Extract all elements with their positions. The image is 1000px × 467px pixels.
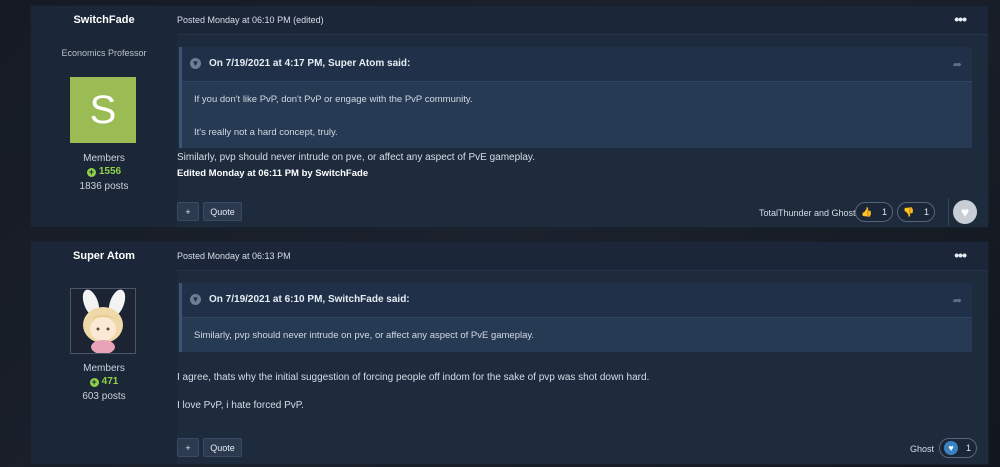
post-timestamp[interactable]: Posted Monday at 06:13 PM bbox=[177, 242, 291, 270]
post-paragraph: Similarly, pvp should never intrude on p… bbox=[177, 152, 535, 163]
heart-icon: ♥ bbox=[944, 441, 958, 455]
post-count: 1836 posts bbox=[79, 181, 129, 192]
post-content: Similarly, pvp should never intrude on p… bbox=[177, 152, 535, 179]
author-panel: Members +471 603 posts bbox=[31, 270, 177, 464]
quote-button[interactable]: Quote bbox=[203, 438, 242, 457]
post-header: Super Atom Posted Monday at 06:13 PM ••• bbox=[31, 242, 988, 271]
reaction-thumbs-down[interactable]: 👎 1 bbox=[897, 202, 935, 222]
thumbs-up-icon: 👍 bbox=[861, 206, 873, 217]
heart-icon[interactable]: ♥ bbox=[953, 200, 977, 224]
member-group: Members bbox=[83, 363, 125, 374]
reputation-badge[interactable]: +1556 bbox=[31, 166, 177, 177]
reaction-count: 1 bbox=[882, 207, 888, 217]
quote-citation[interactable]: On 7/19/2021 at 4:17 PM, Super Atom said… bbox=[209, 47, 410, 81]
reaction-count: 1 bbox=[924, 207, 930, 217]
chevron-down-icon[interactable]: ▼ bbox=[190, 294, 201, 305]
more-options-button[interactable]: ••• bbox=[954, 248, 967, 262]
plus-circle-icon: + bbox=[86, 167, 96, 177]
reacted-by-text[interactable]: TotalThunder and Ghost bbox=[759, 208, 856, 218]
avatar[interactable]: S bbox=[70, 77, 136, 143]
chevron-down-icon[interactable]: ▼ bbox=[190, 58, 201, 69]
post-content: I agree, thats why the initial suggestio… bbox=[177, 372, 649, 411]
author-name[interactable]: Super Atom bbox=[31, 242, 177, 270]
author-panel: Economics Professor S Members +1556 1836… bbox=[31, 34, 177, 227]
quote-line: Similarly, pvp should never intrude on p… bbox=[194, 330, 535, 341]
author-name[interactable]: SwitchFade bbox=[31, 6, 177, 34]
reputation-value: 1556 bbox=[98, 166, 122, 177]
member-title: Economics Professor bbox=[61, 48, 147, 58]
share-icon[interactable]: ➦ bbox=[953, 58, 962, 71]
edited-note: Edited Monday at 06:11 PM by SwitchFade bbox=[177, 168, 369, 179]
multiquote-button[interactable]: + bbox=[177, 202, 199, 221]
post-switchfade: SwitchFade Posted Monday at 06:10 PM (ed… bbox=[30, 5, 989, 228]
member-group: Members bbox=[83, 153, 125, 164]
quote-header: ▼ On 7/19/2021 at 4:17 PM, Super Atom sa… bbox=[182, 47, 972, 82]
share-icon[interactable]: ➦ bbox=[953, 294, 962, 307]
quote-button[interactable]: Quote bbox=[203, 202, 242, 221]
quote-body: Similarly, pvp should never intrude on p… bbox=[182, 318, 972, 354]
thumbs-down-icon: 👎 bbox=[903, 206, 915, 217]
post-paragraph: I love PvP, i hate forced PvP. bbox=[177, 400, 304, 411]
reaction-heart[interactable]: ♥ 1 bbox=[939, 438, 977, 458]
reputation-badge[interactable]: +471 bbox=[31, 376, 177, 387]
post-count: 603 posts bbox=[82, 391, 126, 402]
divider bbox=[948, 198, 949, 226]
post-paragraph: I agree, thats why the initial suggestio… bbox=[177, 372, 650, 383]
quote-citation[interactable]: On 7/19/2021 at 6:10 PM, SwitchFade said… bbox=[209, 283, 410, 317]
reacted-by-text[interactable]: Ghost bbox=[910, 444, 934, 454]
quote-body: If you don't like PvP, don't PvP or enga… bbox=[182, 82, 972, 151]
quote-block: ▼ On 7/19/2021 at 4:17 PM, Super Atom sa… bbox=[179, 47, 972, 148]
plus-circle-icon: + bbox=[89, 377, 99, 387]
post-timestamp[interactable]: Posted Monday at 06:10 PM (edited) bbox=[177, 6, 324, 34]
reaction-thumbs-up[interactable]: 👍 1 bbox=[855, 202, 893, 222]
post-header: SwitchFade Posted Monday at 06:10 PM (ed… bbox=[31, 6, 988, 35]
quote-line: It's really not a hard concept, truly. bbox=[194, 127, 338, 138]
more-options-button[interactable]: ••• bbox=[954, 12, 967, 26]
post-super-atom: Super Atom Posted Monday at 06:13 PM •••… bbox=[30, 241, 989, 465]
multiquote-button[interactable]: + bbox=[177, 438, 199, 457]
avatar-image bbox=[71, 289, 135, 353]
quote-header: ▼ On 7/19/2021 at 6:10 PM, SwitchFade sa… bbox=[182, 283, 972, 318]
reputation-value: 471 bbox=[101, 376, 119, 387]
reaction-count: 1 bbox=[966, 443, 972, 453]
quote-block: ▼ On 7/19/2021 at 6:10 PM, SwitchFade sa… bbox=[179, 283, 972, 352]
avatar[interactable] bbox=[70, 288, 136, 354]
quote-line: If you don't like PvP, don't PvP or enga… bbox=[194, 94, 473, 105]
